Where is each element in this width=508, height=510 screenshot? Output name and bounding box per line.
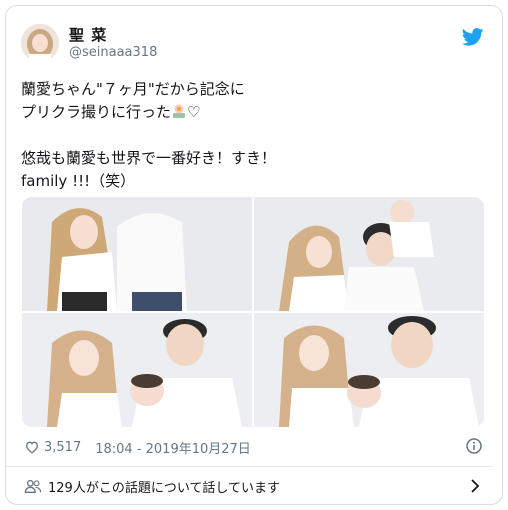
info-icon[interactable] bbox=[466, 438, 482, 454]
display-name[interactable]: 聖 菜 bbox=[69, 24, 107, 45]
people-icon bbox=[24, 479, 42, 493]
tweet-line-2: プリクラ撮りに行った ♡ bbox=[21, 101, 461, 124]
photo-grid[interactable] bbox=[22, 197, 484, 427]
tweet-line-3: 悠哉も蘭愛も世界で一番好き！すき！ bbox=[21, 149, 277, 167]
user-handle[interactable]: @seinaaa318 bbox=[69, 45, 157, 60]
twitter-bird-icon[interactable] bbox=[462, 28, 484, 46]
conversation-link[interactable]: 129人がこの話題について話しています bbox=[24, 476, 484, 496]
conversation-text[interactable]: 129人がこの話題について話しています bbox=[48, 477, 280, 496]
photo-3[interactable] bbox=[22, 313, 252, 427]
photo-4[interactable] bbox=[254, 313, 484, 427]
tweet-line-2-text: プリクラ撮りに行った bbox=[21, 103, 172, 121]
photo-2[interactable] bbox=[254, 197, 484, 311]
tweet-timestamp[interactable]: 18:04 - 2019年10月27日 bbox=[95, 438, 251, 457]
tweet-line-1: 蘭愛ちゃん"７ヶ月"だから記念に bbox=[21, 80, 245, 98]
tweet-line-4: family !!!（笑） bbox=[21, 172, 136, 190]
divider bbox=[6, 466, 492, 467]
sunflower-emoji-icon bbox=[173, 104, 186, 118]
chevron-right-icon[interactable] bbox=[470, 479, 480, 493]
like-count[interactable]: 3,517 bbox=[44, 440, 81, 455]
avatar[interactable] bbox=[21, 24, 59, 62]
tweet-text: 蘭愛ちゃん"７ヶ月"だから記念に プリクラ撮りに行った ♡ 悠哉も蘭愛も世界で一… bbox=[21, 78, 461, 193]
tweet-line-2-heart: ♡ bbox=[187, 103, 201, 121]
tweet-meta: 3,517 18:04 - 2019年10月27日 bbox=[24, 437, 484, 457]
heart-icon[interactable] bbox=[24, 439, 40, 455]
photo-1[interactable] bbox=[22, 197, 252, 311]
